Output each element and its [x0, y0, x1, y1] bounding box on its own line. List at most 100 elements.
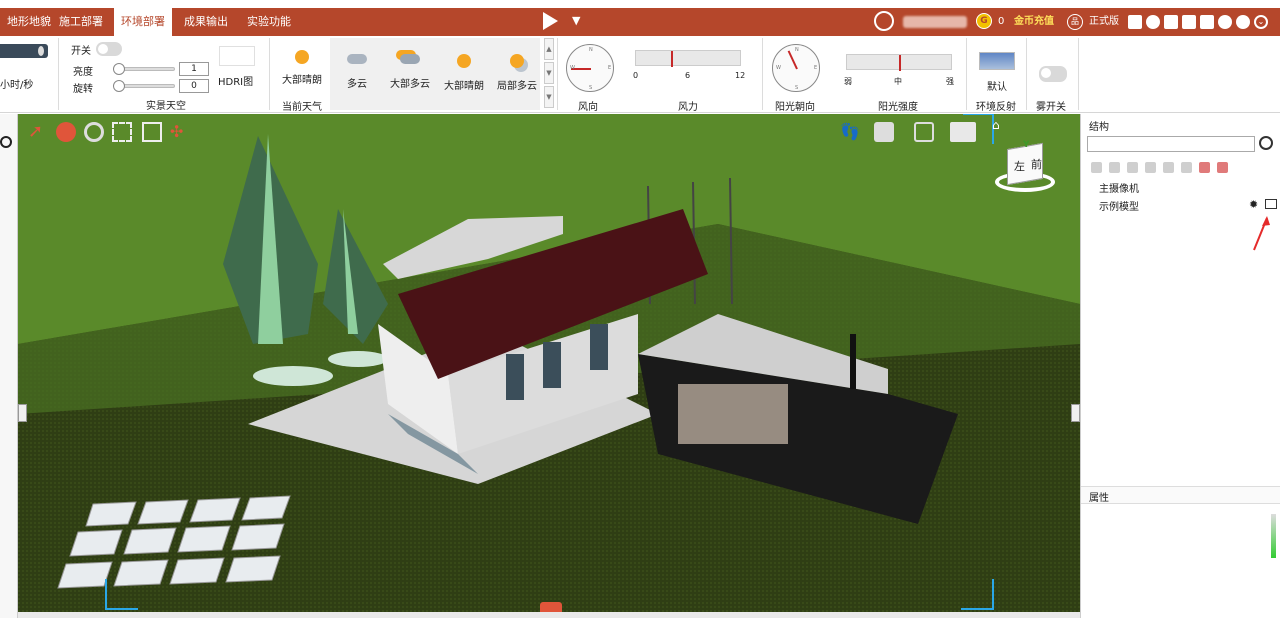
brightness-input[interactable]: 1 [179, 62, 209, 76]
move-icon[interactable] [56, 122, 76, 142]
play-icon[interactable] [543, 12, 558, 30]
rotate-icon[interactable] [84, 122, 104, 142]
hdri-label[interactable]: HDRI图 [218, 73, 253, 88]
attributes-title: 属性 [1089, 493, 1109, 504]
scene-render [18, 114, 1080, 612]
sun-icon [295, 50, 309, 64]
expand-icon[interactable]: ▼ [544, 86, 554, 108]
model-settings-icon[interactable] [1265, 199, 1277, 209]
walk-icon[interactable]: 👣 [840, 122, 860, 142]
structure-search-input[interactable] [1087, 136, 1255, 152]
sun-tick: 强 [946, 77, 954, 86]
nav-cube-top[interactable]: Y [1023, 140, 1030, 150]
recharge-link[interactable]: 金币充值 [1014, 8, 1054, 36]
user-icon[interactable] [874, 11, 894, 31]
axis-icon[interactable]: ✣ [170, 122, 190, 142]
scale-icon[interactable] [112, 122, 132, 142]
expand-bottom-handle[interactable] [540, 602, 562, 612]
divider [269, 38, 270, 110]
scrollbar[interactable] [1271, 514, 1276, 558]
tree-item-sample-model[interactable]: 示例模型 [1099, 198, 1139, 213]
wind-force-marker[interactable] [671, 51, 673, 67]
layout-icon[interactable] [950, 122, 976, 142]
sun-icon[interactable]: ✹ [1249, 198, 1258, 211]
divider [58, 38, 59, 110]
sky-switch-toggle[interactable] [96, 42, 122, 56]
tab-construction[interactable]: 施工部署 [52, 8, 110, 36]
sun-icon[interactable] [1145, 162, 1156, 173]
scroll-up-icon[interactable]: ▲ [544, 38, 554, 60]
wind-direction-label: 风向 [578, 102, 598, 113]
coin-count: 0 [998, 16, 1005, 27]
weather-option-label: 大部晴朗 [444, 81, 484, 92]
wind-direction-compass[interactable]: N S W E [566, 44, 614, 92]
cloud-sun-icon [400, 54, 420, 64]
sun-intensity-marker[interactable] [899, 55, 901, 71]
view-icon[interactable] [914, 122, 934, 142]
wind-force-slider[interactable] [635, 50, 741, 67]
3d-viewport[interactable]: ➚ ✣ 👣 ⌂ 左 前 Y [18, 114, 1080, 612]
chat-icon[interactable] [1146, 15, 1160, 29]
hdri-preview[interactable] [219, 46, 255, 66]
fog-toggle[interactable] [1039, 66, 1067, 82]
brightness-slider-knob[interactable] [113, 63, 125, 75]
weather-option-label: 大部多云 [390, 79, 430, 90]
env-reflection-label: 环境反射 [976, 102, 1016, 113]
tab-terrain[interactable]: 地形地貌 [0, 8, 58, 36]
copy-icon[interactable] [1128, 15, 1142, 29]
nav-cube[interactable]: 左 前 Y [993, 132, 1057, 196]
expand-right-handle[interactable] [1071, 404, 1080, 422]
message-icon[interactable] [1164, 15, 1178, 29]
search-icon[interactable] [0, 136, 12, 148]
tab-output[interactable]: 成果输出 [177, 8, 235, 36]
eye-off-icon[interactable] [1109, 162, 1120, 173]
top-menu-bar: 地形地貌 施工部署 环境部署 成果输出 实验功能 ▼ G 0 金币充值 品 正式… [0, 8, 1280, 36]
weather-option-mostly-sunny[interactable]: 大部晴朗 [440, 54, 488, 92]
weather-option-partly-cloudy[interactable]: 局部多云 [494, 54, 540, 92]
speed-unit-label: 小时/秒 [0, 80, 34, 91]
sky-switch-label: 开关 [71, 46, 91, 57]
settings-icon[interactable] [1218, 15, 1232, 29]
rotation-slider-knob[interactable] [113, 80, 125, 92]
weather-option-mostly-cloudy[interactable]: 大部多云 [386, 54, 434, 90]
sun-direction-label: 阳光朝向 [775, 102, 815, 113]
sun-direction-compass[interactable]: N S W E [772, 44, 820, 92]
delete-icon[interactable] [1217, 162, 1228, 173]
frame-icon[interactable] [142, 122, 162, 142]
divider [1026, 38, 1027, 110]
scroll-down-icon[interactable]: ▼ [544, 62, 554, 84]
sun-intensity-slider[interactable] [846, 54, 952, 71]
home-view-icon[interactable]: ⌂ [992, 118, 1000, 132]
more-icon[interactable]: ⌄ [1254, 15, 1268, 29]
divider [557, 38, 558, 110]
tree-item-main-camera[interactable]: 主摄像机 [1099, 180, 1139, 195]
video-icon[interactable] [1182, 15, 1196, 29]
weather-option-cloudy[interactable]: 多云 [340, 54, 374, 90]
home-icon[interactable] [1200, 15, 1214, 29]
light-icon[interactable] [1127, 162, 1138, 173]
wind-force-label: 风力 [678, 102, 698, 113]
table-icon[interactable] [1181, 162, 1192, 173]
search-icon[interactable] [1259, 136, 1273, 150]
sun-intensity-label: 阳光强度 [878, 102, 918, 113]
nav-cube-left[interactable]: 左 [1014, 158, 1025, 174]
select-arrow-icon[interactable]: ➚ [28, 122, 48, 142]
rotation-input[interactable]: 0 [179, 79, 209, 93]
env-reflection-preview[interactable] [979, 52, 1015, 70]
current-weather-button[interactable]: 大部晴朗 [279, 50, 325, 86]
expand-left-handle[interactable] [18, 404, 27, 422]
current-weather-group-label: 当前天气 [282, 102, 322, 113]
list-icon[interactable] [1163, 162, 1174, 173]
env-reflection-option[interactable]: 默认 [987, 78, 1007, 93]
dropdown-icon[interactable]: ▼ [572, 14, 580, 27]
tab-experimental[interactable]: 实验功能 [240, 8, 298, 36]
tab-environment[interactable]: 环境部署 [114, 8, 172, 36]
nav-cube-front[interactable]: 前 [1031, 156, 1042, 172]
eye-icon[interactable] [1091, 162, 1102, 173]
time-slider[interactable] [0, 44, 48, 58]
remove-icon[interactable] [1199, 162, 1210, 173]
weather-option-label: 局部多云 [497, 81, 537, 92]
compass-icon[interactable] [1236, 15, 1250, 29]
moon-icon [38, 46, 44, 56]
camera-icon[interactable] [874, 122, 894, 142]
